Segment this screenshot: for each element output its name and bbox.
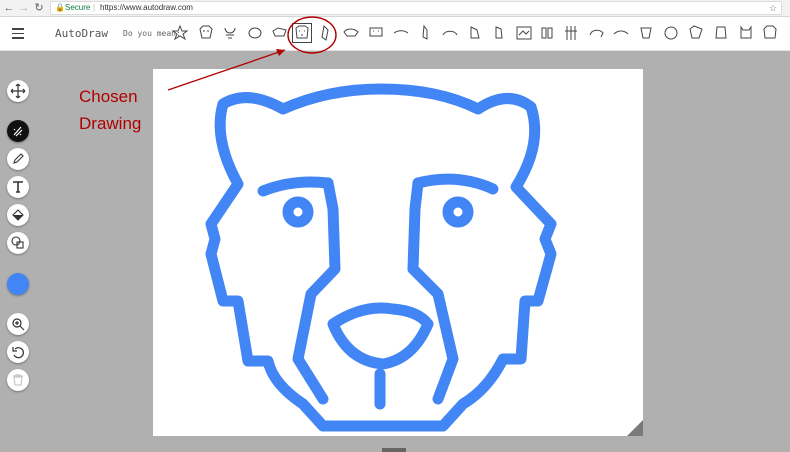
doodle-icon xyxy=(343,28,359,37)
doodle-icon xyxy=(321,24,329,41)
doodle-icon xyxy=(516,26,532,40)
move-icon xyxy=(10,83,26,99)
type-tool-button[interactable] xyxy=(7,176,29,198)
suggestion-thumbnail[interactable] xyxy=(736,23,756,43)
doodle-icon xyxy=(470,26,480,39)
suggestion-thumbnail[interactable] xyxy=(611,23,631,43)
annotation-line-1: Chosen xyxy=(79,87,138,106)
draw-tool-button[interactable] xyxy=(7,148,29,170)
bear-drawing xyxy=(205,83,557,432)
doodle-icon xyxy=(740,25,752,39)
reload-icon[interactable]: ↻ xyxy=(32,1,46,15)
bottom-handle xyxy=(382,448,406,452)
suggestion-thumbnail[interactable] xyxy=(391,23,411,43)
doodle-icon xyxy=(248,27,262,39)
suggestion-thumbnail[interactable] xyxy=(465,23,485,43)
doodle-icon xyxy=(715,26,727,39)
doodle-icon xyxy=(589,29,604,38)
annotation-line-2: Drawing xyxy=(79,114,142,133)
zoom-icon xyxy=(12,318,25,331)
doodle-icon xyxy=(640,27,652,39)
suggestion-thumbnail[interactable] xyxy=(416,23,436,43)
doodle-icon xyxy=(541,27,553,39)
suggestion-thumbnail[interactable] xyxy=(489,23,509,43)
suggestion-thumbnail[interactable] xyxy=(366,23,386,43)
suggestion-thumbnail[interactable] xyxy=(661,23,681,43)
url-text: https://www.autodraw.com xyxy=(100,3,193,12)
doodle-icon xyxy=(422,24,428,40)
doodle-icon xyxy=(272,27,287,37)
hamburger-menu-icon[interactable] xyxy=(12,28,24,39)
shape-tool-button[interactable] xyxy=(7,232,29,254)
doodle-icon xyxy=(442,30,458,36)
doodle-icon xyxy=(689,25,703,39)
address-bar[interactable]: 🔒 Secure | https://www.autodraw.com ☆ xyxy=(50,1,782,15)
suggestion-thumbnail[interactable] xyxy=(760,23,780,43)
url-separator: | xyxy=(93,3,96,12)
suggestion-thumbnail[interactable] xyxy=(636,23,656,43)
back-icon[interactable]: ← xyxy=(2,1,16,15)
suggestion-thumbnail[interactable] xyxy=(196,23,216,43)
fill-tool-button[interactable] xyxy=(7,204,29,226)
color-picker-button[interactable] xyxy=(7,273,29,295)
doodle-icon xyxy=(224,27,236,39)
suggestion-thumbnail[interactable] xyxy=(711,23,731,43)
suggestion-thumbnail[interactable] xyxy=(341,23,361,43)
suggestion-bear-selected[interactable] xyxy=(292,23,312,43)
suggestion-thumbnail[interactable] xyxy=(538,23,558,43)
annotation-label: Chosen Drawing xyxy=(79,83,159,137)
lock-icon: 🔒 xyxy=(55,3,65,12)
pencil-icon xyxy=(13,153,24,164)
zoom-tool-button[interactable] xyxy=(7,313,29,335)
doodle-icon xyxy=(171,24,189,41)
doodle-icon xyxy=(295,25,309,39)
suggestion-thumbnail[interactable] xyxy=(270,23,290,43)
undo-icon xyxy=(12,347,24,359)
shape-icon xyxy=(11,236,24,249)
drawing-canvas[interactable] xyxy=(153,69,643,436)
browser-chrome: ← → ↻ 🔒 Secure | https://www.autodraw.co… xyxy=(0,0,790,17)
suggestion-thumbnail[interactable] xyxy=(587,23,607,43)
suggestion-thumbnail[interactable] xyxy=(562,23,582,43)
autodraw-tool-button[interactable] xyxy=(7,120,29,142)
doodle-icon xyxy=(369,27,383,37)
bookmark-star-icon[interactable]: ☆ xyxy=(769,2,777,14)
doodle-icon xyxy=(763,25,777,39)
delete-tool-button[interactable] xyxy=(7,369,29,391)
suggestion-thumbnail[interactable] xyxy=(220,23,240,43)
suggestion-thumbnail[interactable] xyxy=(170,23,190,43)
suggestion-thumbnail[interactable] xyxy=(245,23,265,43)
suggestion-thumbnail[interactable] xyxy=(316,23,336,43)
doodle-icon xyxy=(393,30,409,34)
app-toolbar: AutoDraw Do you mean: xyxy=(0,17,790,51)
secure-label: Secure xyxy=(65,3,91,12)
suggestion-thumbnail[interactable] xyxy=(440,23,460,43)
undo-tool-button[interactable] xyxy=(7,341,29,363)
app-title: AutoDraw xyxy=(55,27,108,40)
trash-icon xyxy=(13,374,23,386)
suggestion-thumbnail[interactable] xyxy=(686,23,706,43)
autodraw-icon xyxy=(13,126,23,137)
doodle-icon xyxy=(613,30,629,35)
canvas-resize-handle[interactable] xyxy=(627,420,643,436)
doodle-icon xyxy=(199,25,213,39)
doodle-icon xyxy=(495,26,503,39)
suggestion-thumbnail[interactable] xyxy=(514,23,534,43)
move-tool-button[interactable] xyxy=(7,80,29,102)
text-icon xyxy=(13,181,23,193)
doodle-icon xyxy=(565,26,577,40)
forward-icon[interactable]: → xyxy=(17,1,31,15)
doodle-icon xyxy=(664,26,678,40)
fill-icon xyxy=(12,209,24,221)
